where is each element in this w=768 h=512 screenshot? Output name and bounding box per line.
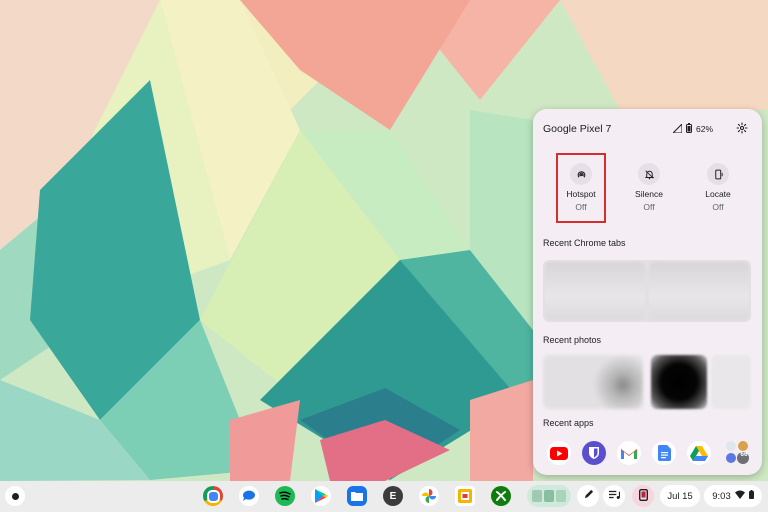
silence-label: Silence bbox=[635, 189, 663, 199]
locate-state: Off bbox=[712, 202, 724, 212]
youtube-icon[interactable] bbox=[547, 441, 571, 465]
phone-hub-button[interactable] bbox=[632, 485, 654, 507]
launcher-button[interactable] bbox=[5, 486, 25, 506]
xbox-icon[interactable] bbox=[491, 486, 511, 506]
more-apps-count: 66 bbox=[740, 451, 748, 458]
signal-icon bbox=[671, 122, 683, 135]
battery-icon bbox=[686, 123, 692, 135]
recent-photo[interactable] bbox=[711, 355, 751, 409]
recent-tabs-list bbox=[543, 260, 751, 322]
hotspot-label: Hotspot bbox=[566, 189, 596, 199]
more-apps-icon[interactable]: 66 bbox=[723, 438, 751, 466]
recent-photos-list bbox=[543, 355, 751, 409]
docs-icon[interactable] bbox=[652, 441, 676, 465]
messages-icon[interactable] bbox=[239, 486, 259, 506]
letter-app-label: E bbox=[389, 490, 397, 502]
media-controls-button[interactable] bbox=[603, 485, 625, 507]
recent-apps-heading: Recent apps bbox=[543, 418, 594, 428]
launcher-icon bbox=[11, 492, 19, 500]
spotify-icon[interactable] bbox=[275, 486, 295, 506]
battery-icon bbox=[748, 490, 754, 502]
phone-status: 62% bbox=[671, 122, 714, 135]
files-icon[interactable] bbox=[347, 486, 367, 506]
locate-label: Locate bbox=[705, 189, 731, 199]
playlist-icon bbox=[608, 489, 620, 503]
locate-toggle[interactable]: Locate Off bbox=[693, 153, 743, 223]
letter-app-icon[interactable]: E bbox=[383, 486, 403, 506]
phone-ring-icon bbox=[707, 163, 729, 185]
recent-tab-card[interactable] bbox=[545, 262, 645, 320]
bitwarden-icon[interactable] bbox=[582, 441, 606, 465]
status-tray-button[interactable]: 9:03 bbox=[704, 485, 762, 507]
silence-toggle[interactable]: Silence Off bbox=[624, 153, 674, 223]
silence-state: Off bbox=[643, 202, 655, 212]
settings-button[interactable] bbox=[732, 120, 752, 140]
hotspot-icon bbox=[570, 163, 592, 185]
slides-icon[interactable] bbox=[455, 486, 475, 506]
recent-tabs-heading: Recent Chrome tabs bbox=[543, 238, 626, 248]
gmail-icon[interactable] bbox=[617, 441, 641, 465]
recent-photo[interactable] bbox=[543, 355, 643, 409]
recent-apps-list: 66 bbox=[547, 441, 753, 465]
recent-photos-heading: Recent photos bbox=[543, 335, 602, 345]
phone-icon bbox=[638, 488, 648, 504]
drive-icon[interactable] bbox=[687, 441, 711, 465]
stylus-button[interactable] bbox=[577, 485, 599, 507]
date-tray-button[interactable]: Jul 15 bbox=[660, 485, 700, 507]
photos-icon[interactable] bbox=[419, 486, 439, 506]
chrome-icon[interactable] bbox=[203, 486, 223, 506]
play-store-icon[interactable] bbox=[311, 486, 331, 506]
hotspot-state: Off bbox=[575, 202, 587, 212]
phone-hub-panel: Google Pixel 7 62% Hotspot Off Silence O… bbox=[533, 109, 762, 475]
pen-icon bbox=[583, 489, 594, 503]
date-label: Jul 15 bbox=[667, 490, 693, 502]
gear-icon bbox=[736, 121, 748, 139]
hotspot-toggle[interactable]: Hotspot Off bbox=[556, 153, 606, 223]
time-label: 9:03 bbox=[712, 490, 731, 502]
wifi-icon bbox=[734, 490, 745, 502]
recent-photo[interactable] bbox=[651, 355, 707, 409]
device-name: Google Pixel 7 bbox=[543, 123, 612, 135]
bell-off-icon bbox=[638, 163, 660, 185]
recent-tab-card[interactable] bbox=[649, 262, 749, 320]
pinned-files-button[interactable] bbox=[527, 485, 571, 507]
battery-percent: 62% bbox=[696, 124, 714, 134]
